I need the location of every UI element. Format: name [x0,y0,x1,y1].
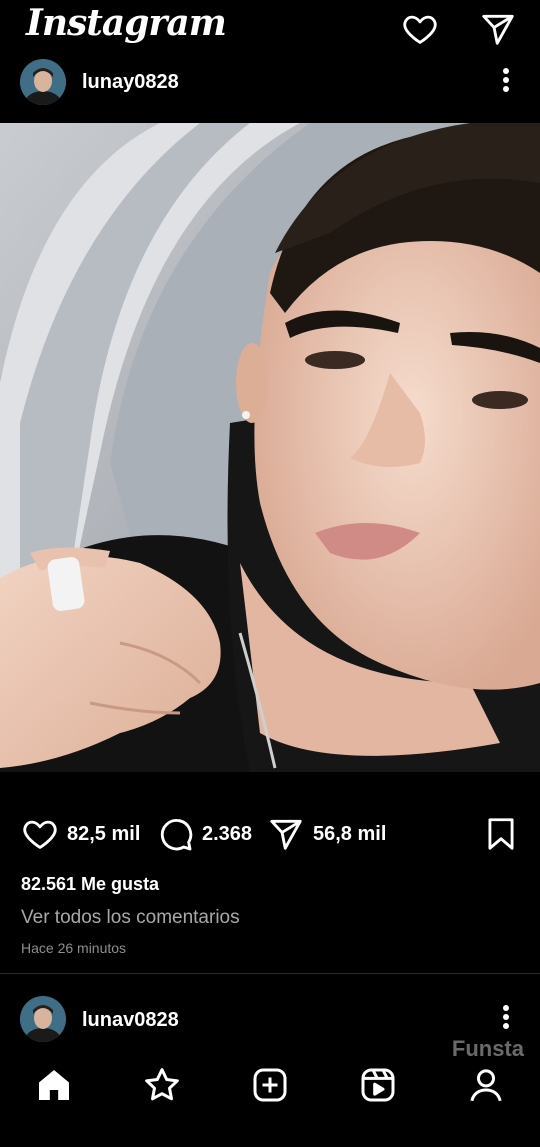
comments-count: 2.368 [202,822,253,845]
shares-count: 56,8 mil [313,822,387,845]
avatar[interactable] [20,59,66,105]
view-comments-link[interactable]: Ver todos los comentarios [21,907,240,929]
send-icon [270,819,302,850]
more-options-icon[interactable] [500,1004,512,1034]
profile-icon[interactable] [466,1065,506,1105]
top-bar: Instagram [0,0,540,58]
reels-icon[interactable] [358,1065,398,1105]
bottom-nav [0,1052,540,1147]
app-logo[interactable]: Instagram [26,2,227,44]
post-timestamp: Hace 26 minutos [21,940,127,956]
post-image[interactable] [0,123,540,772]
post-divider [0,973,540,974]
heart-icon[interactable] [401,10,439,48]
likes-count: 82,5 mil [67,822,141,845]
more-options-icon[interactable] [500,67,512,97]
post-actions: 82,5 mil 2.368 56,8 mil [0,810,540,858]
watermark: Funsta [451,1036,524,1061]
post-username[interactable]: lunay0828 [82,71,179,94]
avatar[interactable] [20,996,66,1042]
bookmark-icon [488,818,514,850]
star-icon[interactable] [142,1065,182,1105]
likes-text[interactable]: 82.561 Me gusta [21,874,159,895]
post-header: lunay0828 [0,57,540,109]
post-username[interactable]: lunav0828 [82,1009,179,1032]
comment-button[interactable]: 2.368 [156,814,252,854]
share-button[interactable]: 56,8 mil [267,814,386,854]
save-button[interactable] [482,814,520,854]
comment-icon [160,818,193,851]
heart-icon [23,820,57,849]
like-button[interactable]: 82,5 mil [21,814,140,854]
add-post-icon[interactable] [250,1065,290,1105]
home-icon[interactable] [34,1065,74,1105]
send-icon[interactable] [479,10,517,48]
